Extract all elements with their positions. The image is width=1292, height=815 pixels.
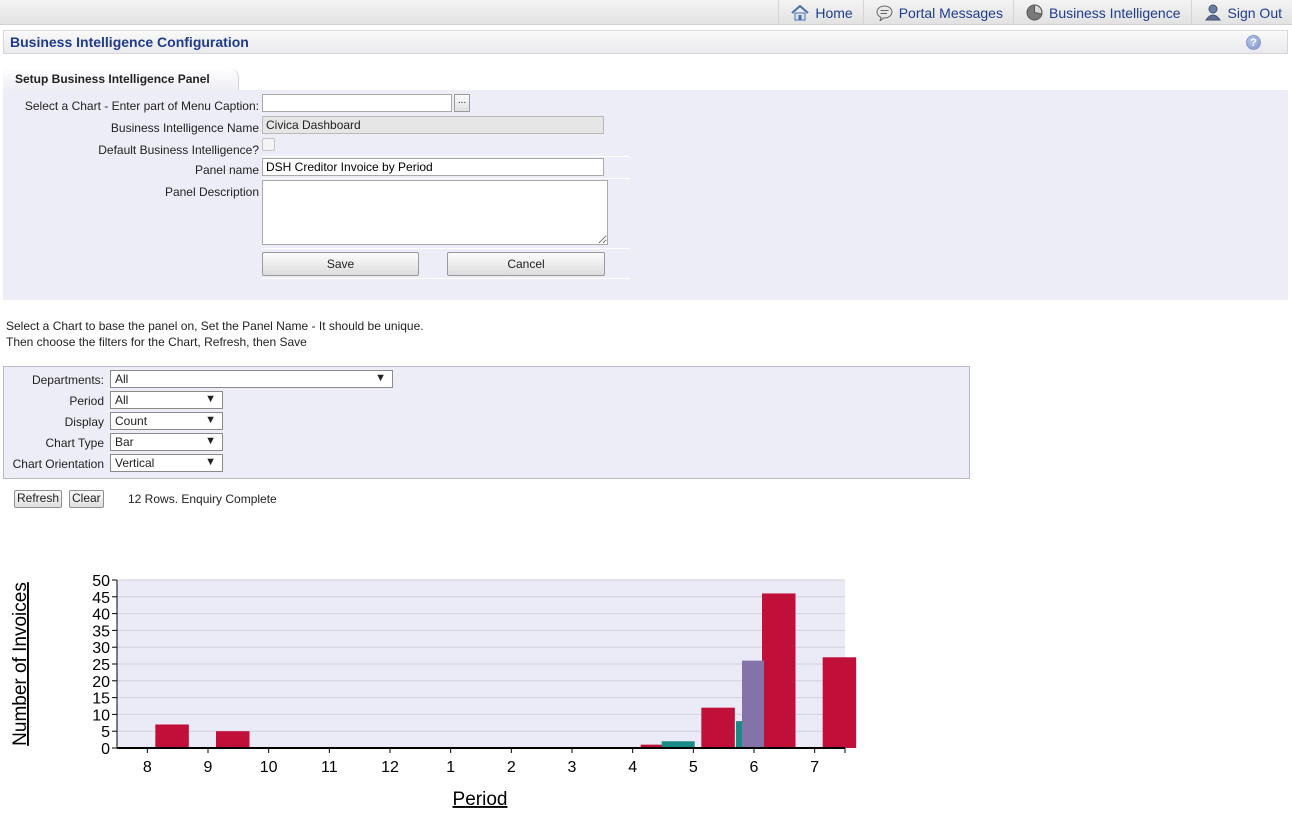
bi-name-field: Civica Dashboard [262, 116, 604, 134]
pie-chart-icon [1026, 4, 1043, 21]
nav-business-intelligence[interactable]: Business Intelligence [1012, 0, 1191, 25]
user-icon [1204, 4, 1221, 21]
nav-portal-messages-label: Portal Messages [898, 4, 1003, 21]
nav-sign-out-label: Sign Out [1227, 4, 1282, 21]
nav-business-intelligence-label: Business Intelligence [1048, 4, 1181, 21]
nav-home-label: Home [815, 4, 853, 21]
bar-chart: 051015202530354045508 9 10 11 12 1 2 3 4 5 6 7 Numb… [10, 573, 857, 810]
x-tick-label: 8 [143, 759, 152, 776]
departments-label: Departments: [31, 373, 104, 387]
display-label: Display [64, 415, 104, 429]
dropdown-arrow-icon: ▼ [205, 435, 216, 447]
home-icon [791, 4, 810, 20]
y-tick-label: 10 [92, 707, 110, 724]
x-tick-label: 6 [750, 759, 759, 776]
x-tick-label: 11 [321, 759, 338, 776]
x-axis-label: Period [453, 789, 508, 810]
panel-description-label: Panel Description [164, 185, 259, 199]
nav-home[interactable]: Home [778, 0, 862, 25]
page-title-bar: Business Intelligence Configuration ? [3, 30, 1288, 54]
chart-orientation-label: Chart Orientation [12, 457, 104, 471]
divider [262, 178, 630, 179]
nav-portal-messages[interactable]: Portal Messages [862, 0, 1013, 25]
dropdown-arrow-icon: ▼ [375, 372, 386, 384]
default-bi-label: Default Business Intelligence? [98, 143, 259, 157]
display-value: Count [115, 414, 148, 428]
x-tick-label: 12 [381, 759, 399, 776]
bar [155, 724, 189, 748]
y-tick-label: 0 [101, 741, 110, 758]
departments-value: All [115, 372, 129, 386]
y-tick-label: 30 [92, 640, 110, 657]
chart-type-value: Bar [115, 435, 134, 449]
bar [216, 731, 250, 748]
chart-type-select[interactable]: Bar ▼ [110, 433, 223, 451]
instruction-line-1: Select a Chart to base the panel on, Set… [6, 319, 424, 333]
tab-setup-panel[interactable]: Setup Business Intelligence Panel [3, 68, 239, 90]
panel-description-textarea[interactable] [262, 180, 608, 245]
page-title: Business Intelligence Configuration [10, 34, 249, 50]
refresh-button[interactable]: Refresh [14, 490, 63, 508]
x-tick-label: 1 [446, 759, 455, 776]
y-axis-label: Number of Invoices [10, 582, 31, 746]
dropdown-arrow-icon: ▼ [205, 456, 216, 468]
divider [262, 278, 630, 279]
bar [701, 707, 735, 748]
y-tick-label: 15 [92, 691, 110, 708]
chart-lookup-button[interactable]: ... [454, 94, 470, 112]
y-tick-label: 25 [92, 657, 110, 674]
dropdown-arrow-icon: ▼ [205, 414, 216, 426]
bar [742, 660, 764, 748]
y-tick-label: 20 [92, 674, 110, 691]
instruction-line-2: Then choose the filters for the Chart, R… [6, 335, 307, 349]
x-tick-label: 9 [204, 759, 213, 776]
divider [262, 156, 630, 157]
x-tick-label: 4 [628, 759, 637, 776]
panel-name-label: Panel name [194, 163, 259, 177]
bi-name-label: Business Intelligence Name [110, 121, 259, 135]
y-tick-label: 45 [92, 590, 110, 607]
speech-bubble-icon [876, 5, 893, 21]
help-icon[interactable]: ? [1246, 35, 1261, 50]
chart-type-label: Chart Type [45, 436, 104, 450]
x-tick-label: 7 [810, 759, 819, 776]
select-chart-input[interactable] [262, 94, 452, 112]
y-tick-label: 50 [92, 573, 110, 590]
y-tick-label: 35 [92, 623, 110, 640]
bar [762, 593, 796, 748]
x-tick-label: 2 [507, 759, 516, 776]
chart-orientation-select[interactable]: Vertical ▼ [110, 454, 223, 472]
clear-button[interactable]: Clear [69, 490, 104, 508]
departments-select[interactable]: All ▼ [110, 370, 393, 388]
period-value: All [115, 393, 129, 407]
x-tick-label: 3 [568, 759, 577, 776]
x-tick-label: 10 [260, 759, 278, 776]
setup-panel: Select a Chart - Enter part of Menu Capt… [3, 90, 1288, 300]
divider [262, 248, 630, 249]
display-select[interactable]: Count ▼ [110, 412, 223, 430]
default-bi-checkbox[interactable] [262, 138, 275, 151]
chart-orientation-value: Vertical [115, 456, 155, 470]
y-tick-label: 5 [101, 724, 110, 741]
y-tick-label: 40 [92, 607, 110, 624]
cancel-button[interactable]: Cancel [447, 252, 605, 276]
period-label: Period [69, 394, 104, 408]
top-navigation: Home Portal Messages Business Intelligen… [0, 0, 1292, 25]
filters-panel: Departments: All ▼ Period All ▼ Display … [3, 366, 970, 479]
bar [822, 657, 857, 748]
nav-sign-out[interactable]: Sign Out [1190, 0, 1292, 25]
x-tick-label: 5 [689, 759, 698, 776]
panel-name-input[interactable] [262, 158, 604, 176]
period-select[interactable]: All ▼ [110, 391, 223, 409]
save-button[interactable]: Save [262, 252, 419, 276]
select-chart-label: Select a Chart - Enter part of Menu Capt… [24, 99, 259, 113]
status-text: 12 Rows. Enquiry Complete [128, 492, 277, 506]
dropdown-arrow-icon: ▼ [205, 393, 216, 405]
bar [661, 741, 695, 748]
